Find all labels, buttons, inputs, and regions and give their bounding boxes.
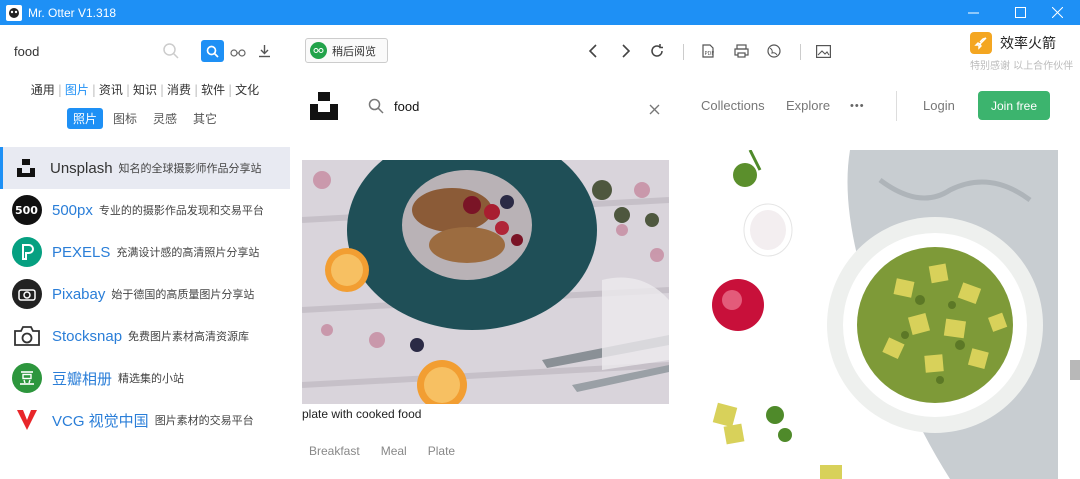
tag-plate[interactable]: Plate: [428, 444, 455, 458]
photo-caption: plate with cooked food: [302, 407, 422, 421]
tab-culture[interactable]: 文化: [233, 83, 261, 97]
nav-collections[interactable]: Collections: [701, 98, 765, 113]
unsplash-search-input[interactable]: [394, 96, 634, 116]
back-icon[interactable]: [584, 42, 602, 60]
tab-general[interactable]: 通用: [29, 83, 57, 97]
vcg-logo-icon: [12, 405, 42, 435]
web-content: Collections Explore ••• Login Join free: [290, 77, 1080, 479]
glasses-icon[interactable]: [230, 44, 246, 63]
sidebar: 通用|图片|资讯|知识|消费|软件|文化 照片 图标 灵感 其它 Unsplas…: [0, 25, 290, 479]
pixabay-logo-icon: [12, 279, 42, 309]
site-desc: 精选集的小站: [118, 372, 185, 385]
site-item-douban[interactable]: 豆瓣相册 精选集的小站: [0, 357, 290, 399]
promo-title: 效率火箭: [1000, 36, 1056, 52]
tag-meal[interactable]: Meal: [381, 444, 407, 458]
image-icon[interactable]: [814, 42, 832, 60]
unsplash-logo-icon: [12, 153, 40, 183]
toolbar-divider: [800, 44, 801, 60]
search-input[interactable]: [14, 40, 154, 62]
title-bar: Mr. Otter V1.318: [0, 0, 1080, 25]
scrollbar-thumb[interactable]: [1070, 360, 1080, 380]
promo-subtitle: 特别感谢 以上合作伙伴: [970, 61, 1074, 72]
site-name: 豆瓣相册: [52, 370, 113, 388]
site-desc: 专业的的摄影作品发现和交易平台: [98, 204, 264, 217]
photo-result-1[interactable]: [302, 160, 669, 404]
tab-images[interactable]: 图片: [63, 83, 91, 97]
site-item-pexels[interactable]: PEXELS 充满设计感的高清照片分享站: [0, 231, 290, 273]
site-desc: 始于德国的高质量图片分享站: [111, 288, 255, 301]
500px-logo-icon: 500: [12, 195, 42, 225]
photo-tags: Breakfast Meal Plate: [309, 444, 455, 458]
read-later-label: 稍后阅览: [332, 44, 376, 58]
site-item-unsplash[interactable]: Unsplash 知名的全球摄影师作品分享站: [0, 147, 290, 189]
food-photo-image: [302, 160, 669, 404]
unsplash-logo-icon[interactable]: [308, 90, 340, 126]
search-clear-icon[interactable]: [162, 42, 180, 64]
site-name: Unsplash: [50, 159, 113, 177]
site-name: VCG 视觉中国: [52, 412, 149, 430]
site-desc: 图片素材的交易平台: [154, 414, 254, 427]
site-desc: 免费图片素材高清资源库: [128, 330, 250, 343]
site-item-pixabay[interactable]: Pixabay 始于德国的高质量图片分享站: [0, 273, 290, 315]
app-icon: [6, 4, 22, 21]
subtab-icons[interactable]: 图标: [107, 108, 143, 129]
download-icon[interactable]: [258, 43, 271, 62]
svg-text:500: 500: [15, 204, 38, 217]
site-desc: 充满设计感的高清照片分享站: [116, 246, 260, 259]
globe-icon[interactable]: [765, 42, 783, 60]
search-icon[interactable]: [201, 40, 224, 62]
window-title: Mr. Otter V1.318: [28, 5, 117, 20]
close-icon[interactable]: [1034, 0, 1080, 25]
salad-photo-image: [690, 150, 1058, 479]
site-name: 500px: [52, 201, 93, 219]
site-name: PEXELS: [52, 243, 111, 261]
camera-icon: [12, 321, 42, 351]
more-icon[interactable]: •••: [850, 100, 865, 112]
print-icon[interactable]: [732, 42, 750, 60]
nav-explore[interactable]: Explore: [786, 98, 830, 113]
site-item-500px[interactable]: 500 500px 专业的的摄影作品发现和交易平台: [0, 189, 290, 231]
subtab-photos[interactable]: 照片: [66, 108, 103, 129]
unsplash-header: Collections Explore ••• Login Join free: [290, 77, 1080, 135]
photo-result-2[interactable]: [690, 150, 1058, 479]
tab-software[interactable]: 软件: [199, 83, 227, 97]
rocket-icon: [970, 32, 992, 54]
tab-knowledge[interactable]: 知识: [131, 83, 159, 97]
category-tabs: 通用 | 图片 | 资讯 | 知识 | 消费 | 软件 | 文化: [29, 83, 261, 97]
join-free-button[interactable]: Join free: [978, 91, 1050, 120]
sidebar-search: [0, 35, 290, 67]
header-divider: [896, 91, 897, 121]
site-name: Stocksnap: [52, 327, 123, 345]
site-desc: 知名的全球摄影师作品分享站: [118, 162, 262, 175]
search-icon[interactable]: [368, 98, 384, 118]
subtab-inspiration[interactable]: 灵感: [147, 108, 183, 129]
forward-icon[interactable]: [617, 42, 635, 60]
glasses-icon: [310, 42, 327, 59]
subcategory-tabs: 照片 图标 灵感 其它: [0, 108, 290, 129]
browser-toolbar: 稍后阅览 PDF 效率火箭 特别感谢 以上合作伙伴: [290, 25, 1080, 77]
subtab-other[interactable]: 其它: [187, 108, 223, 129]
site-item-vcg[interactable]: VCG 视觉中国 图片素材的交易平台: [0, 399, 290, 441]
tab-shopping[interactable]: 消费: [165, 83, 193, 97]
read-later-button[interactable]: 稍后阅览: [305, 38, 388, 63]
pdf-icon[interactable]: PDF: [699, 42, 717, 60]
toolbar-divider: [683, 44, 684, 60]
site-name: Pixabay: [52, 285, 106, 303]
refresh-icon[interactable]: [648, 42, 666, 60]
clear-search-icon[interactable]: [649, 100, 660, 119]
tag-breakfast[interactable]: Breakfast: [309, 444, 360, 458]
site-item-stocksnap[interactable]: Stocksnap 免费图片素材高清资源库: [0, 315, 290, 357]
pexels-logo-icon: [12, 237, 42, 267]
minimize-icon[interactable]: [950, 0, 996, 25]
svg-text:PDF: PDF: [705, 51, 715, 57]
nav-login[interactable]: Login: [923, 98, 955, 113]
tab-news[interactable]: 资讯: [97, 83, 125, 97]
site-list: Unsplash 知名的全球摄影师作品分享站 500 500px 专业的的摄影作…: [0, 147, 290, 441]
douban-logo-icon: [12, 363, 42, 393]
promo-banner[interactable]: 效率火箭 特别感谢 以上合作伙伴: [970, 29, 1080, 73]
